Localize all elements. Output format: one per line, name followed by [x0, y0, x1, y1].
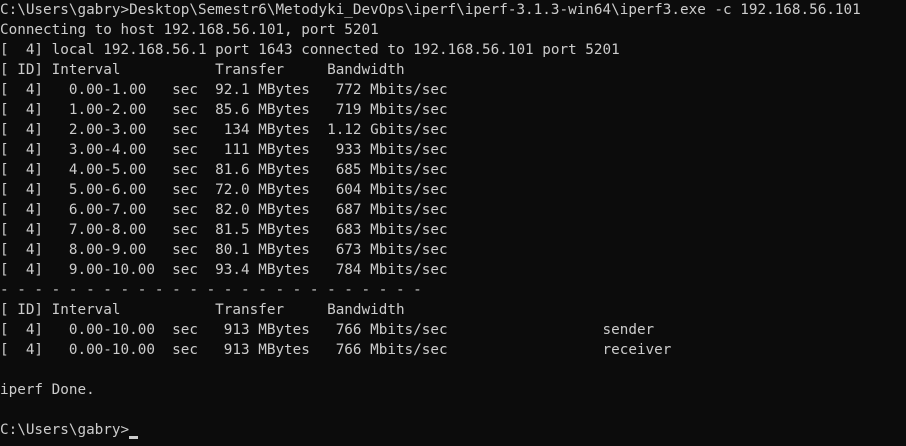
- interval-row: [ 4] 8.00-9.00 sec 80.1 MBytes 673 Mbits…: [0, 242, 448, 258]
- interval-row: [ 4] 3.00-4.00 sec 111 MBytes 933 Mbits/…: [0, 142, 448, 158]
- interval-row: [ 4] 9.00-10.00 sec 93.4 MBytes 784 Mbit…: [0, 262, 448, 278]
- prompt-line[interactable]: C:\Users\gabry>: [0, 420, 139, 440]
- terminal-window[interactable]: C:\Users\gabry>Desktop\Semestr6\Metodyki…: [0, 0, 906, 446]
- interval-row: [ 4] 1.00-2.00 sec 85.6 MBytes 719 Mbits…: [0, 102, 448, 118]
- sender-summary-row: [ 4] 0.00-10.00 sec 913 MBytes 766 Mbits…: [0, 322, 655, 338]
- command-line: C:\Users\gabry>Desktop\Semestr6\Metodyki…: [0, 2, 861, 18]
- interval-row: [ 4] 2.00-3.00 sec 134 MBytes 1.12 Gbits…: [0, 122, 448, 138]
- done-line: iperf Done.: [0, 382, 95, 398]
- receiver-summary-row: [ 4] 0.00-10.00 sec 913 MBytes 766 Mbits…: [0, 342, 672, 358]
- prompt-text: C:\Users\gabry>: [0, 422, 130, 438]
- connecting-line: Connecting to host 192.168.56.101, port …: [0, 22, 379, 38]
- text-cursor: [129, 436, 139, 439]
- separator-line: - - - - - - - - - - - - - - - - - - - - …: [0, 282, 422, 298]
- local-connection-line: [ 4] local 192.168.56.1 port 1643 connec…: [0, 42, 620, 58]
- interval-row: [ 4] 0.00-1.00 sec 92.1 MBytes 772 Mbits…: [0, 82, 448, 98]
- interval-row: [ 4] 5.00-6.00 sec 72.0 MBytes 604 Mbits…: [0, 182, 448, 198]
- summary-header-line: [ ID] Interval Transfer Bandwidth: [0, 302, 405, 318]
- table-header-line: [ ID] Interval Transfer Bandwidth: [0, 62, 405, 78]
- interval-row: [ 4] 7.00-8.00 sec 81.5 MBytes 683 Mbits…: [0, 222, 448, 238]
- interval-row: [ 4] 6.00-7.00 sec 82.0 MBytes 687 Mbits…: [0, 202, 448, 218]
- interval-row: [ 4] 4.00-5.00 sec 81.6 MBytes 685 Mbits…: [0, 162, 448, 178]
